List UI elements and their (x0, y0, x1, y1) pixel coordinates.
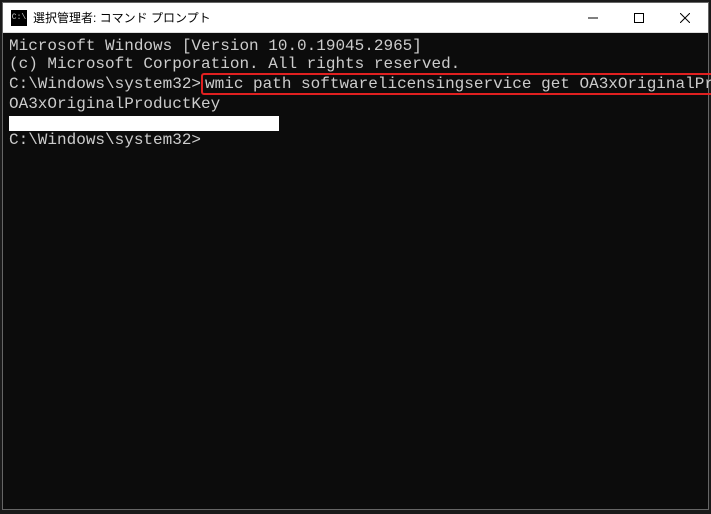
redacted-product-key (9, 116, 279, 131)
minimize-icon (588, 13, 598, 23)
command-line-1: C:\Windows\system32>wmic path softwareli… (9, 73, 702, 95)
maximize-icon (634, 13, 644, 23)
version-line: Microsoft Windows [Version 10.0.19045.29… (9, 37, 702, 55)
close-icon (680, 13, 690, 23)
command-prompt-window: C:\ 選択管理者: コマンド プロンプト Microsoft Windows … (2, 2, 709, 510)
prompt-prefix: C:\Windows\system32> (9, 75, 201, 93)
maximize-button[interactable] (616, 3, 662, 32)
cmd-icon: C:\ (11, 10, 27, 26)
terminal-output[interactable]: Microsoft Windows [Version 10.0.19045.29… (3, 33, 708, 509)
output-header: OA3xOriginalProductKey (9, 95, 702, 113)
close-button[interactable] (662, 3, 708, 32)
prompt-line-2: C:\Windows\system32> (9, 131, 702, 149)
product-key-line (9, 113, 702, 131)
copyright-line: (c) Microsoft Corporation. All rights re… (9, 55, 702, 73)
highlighted-command: wmic path softwarelicensingservice get O… (201, 73, 711, 95)
window-controls (570, 3, 708, 32)
minimize-button[interactable] (570, 3, 616, 32)
titlebar[interactable]: C:\ 選択管理者: コマンド プロンプト (3, 3, 708, 33)
window-title: 選択管理者: コマンド プロンプト (33, 9, 570, 26)
cmd-icon-text: C:\ (12, 13, 26, 22)
